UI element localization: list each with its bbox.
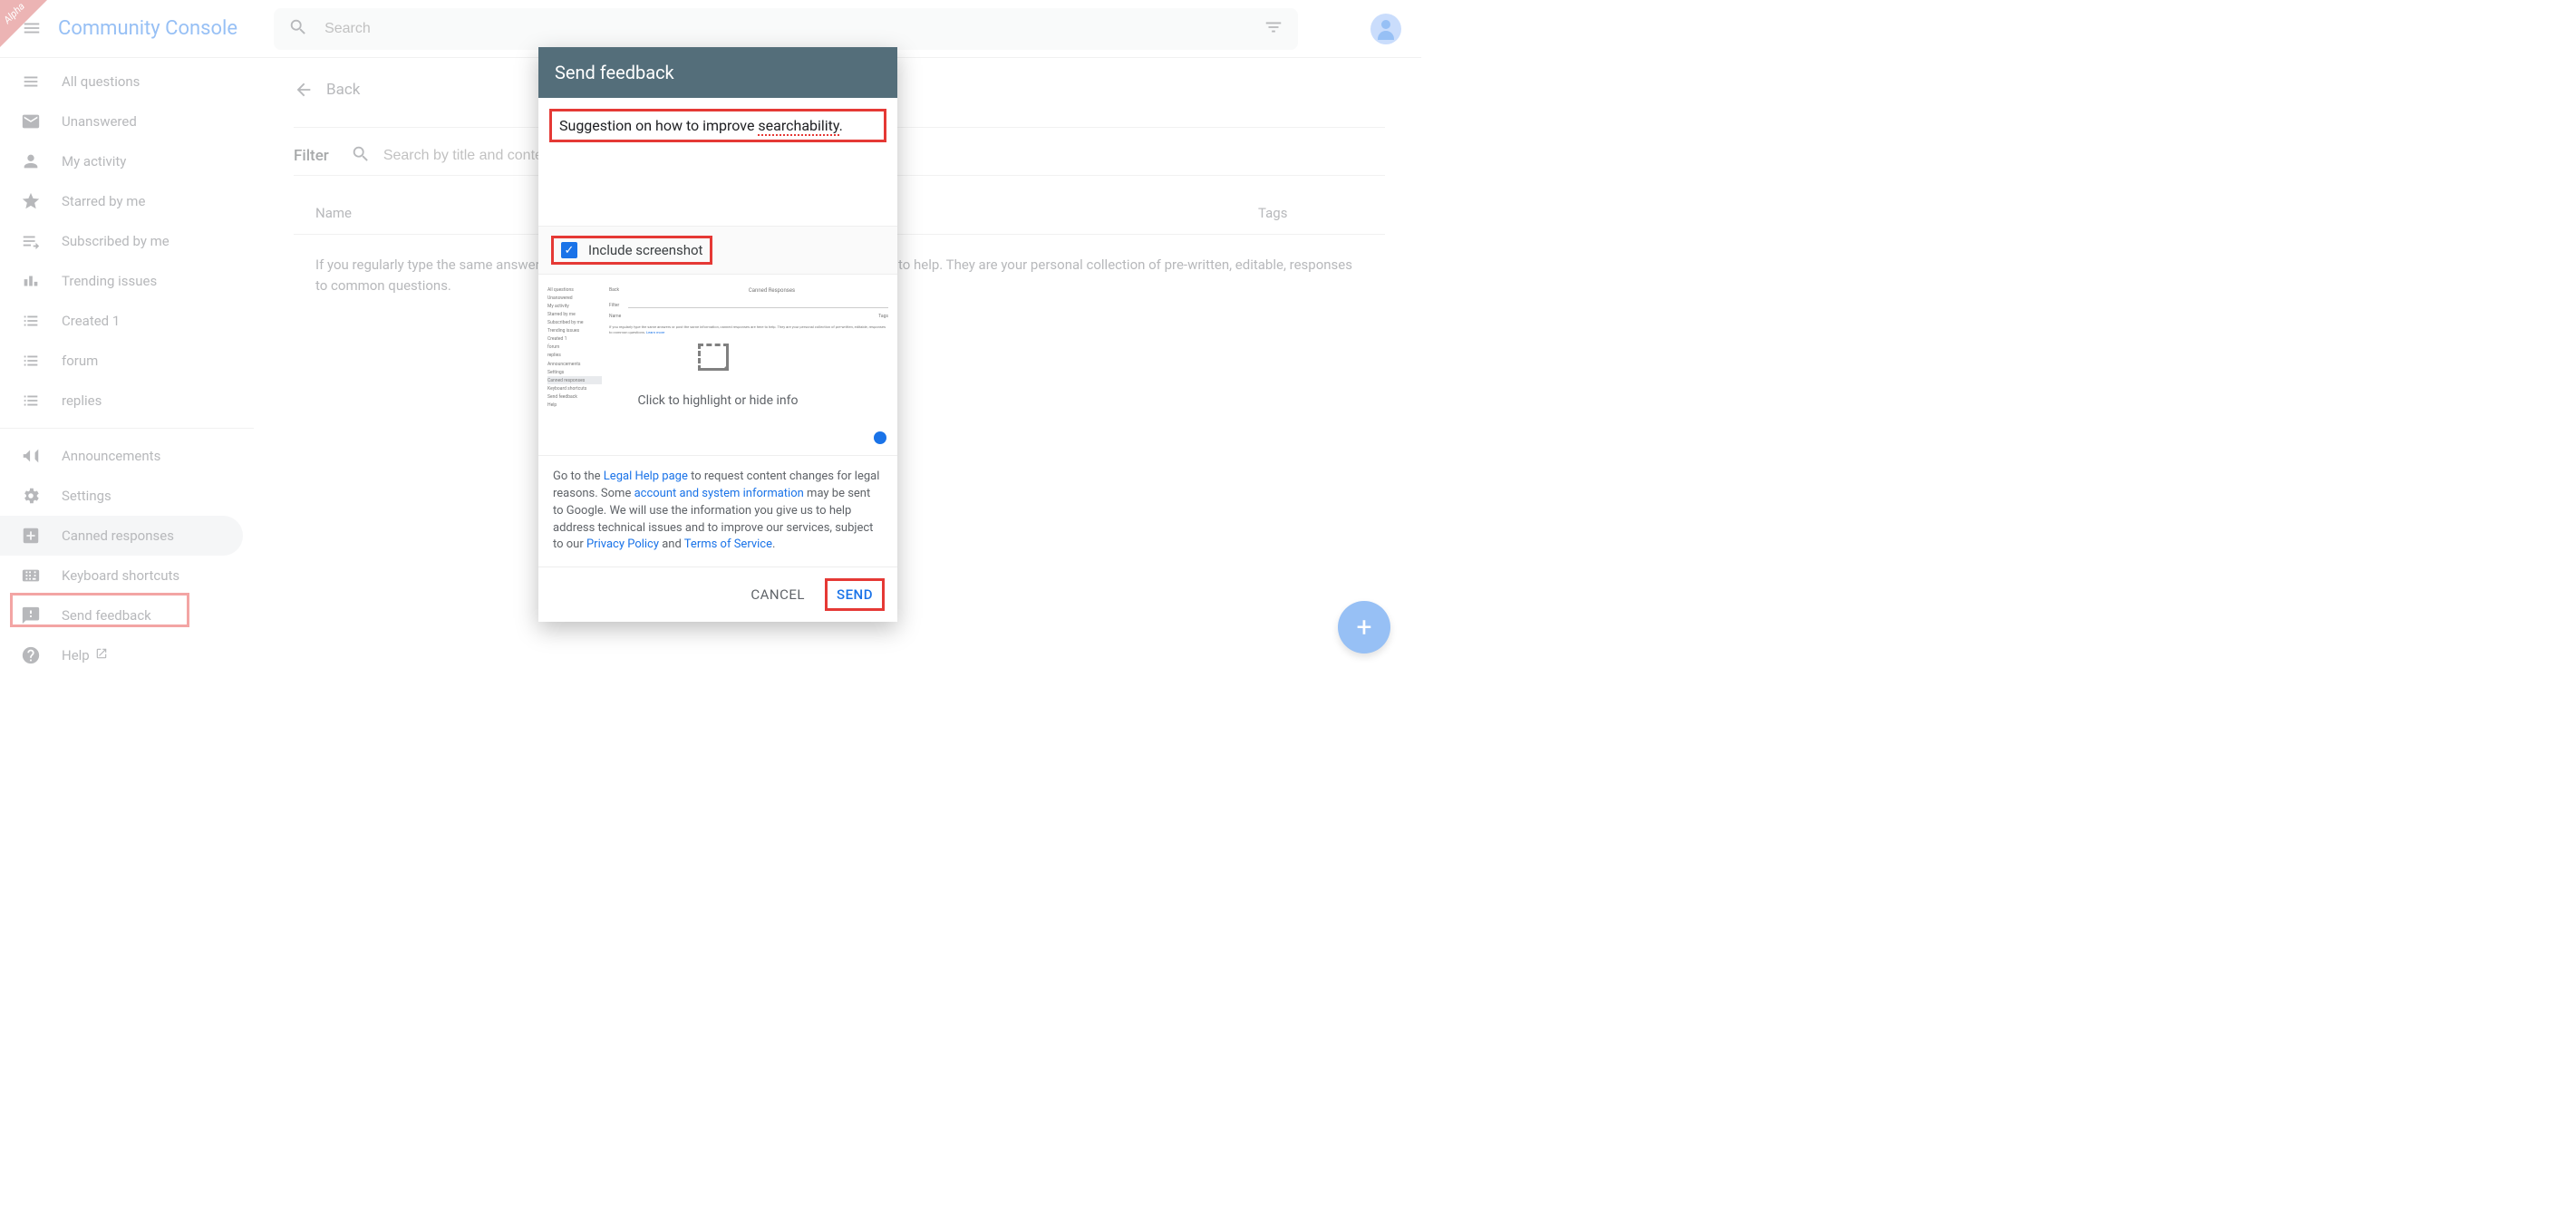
preview-tags: Tags [878,314,888,319]
preview-main: BackCanned Responses Filter NameTags If … [609,287,888,334]
send-feedback-dialog: Send feedback Suggestion on how to impro… [538,47,897,622]
legal-help-link[interactable]: Legal Help page [604,470,688,483]
include-screenshot-checkbox[interactable]: ✓ [561,242,577,258]
spellcheck-word: searchability [758,117,838,136]
crop-selection-icon [698,344,729,371]
preview-hint: Click to highlight or hide info [538,393,897,408]
include-screenshot-label: Include screenshot [588,242,702,258]
screenshot-preview[interactable]: All questionsUnansweredMy activityStarre… [538,275,897,456]
feedback-textarea[interactable]: Suggestion on how to improve searchabili… [559,117,876,134]
legal-text: Go to the Legal Help page to request con… [538,456,897,567]
privacy-policy-link[interactable]: Privacy Policy [586,537,659,551]
dialog-actions: CANCEL SEND [538,567,897,622]
dialog-spacer [538,153,897,226]
cancel-button[interactable]: CANCEL [751,586,805,603]
preview-back: Back [609,287,619,299]
preview-name: Name [609,314,878,319]
terms-link[interactable]: Terms of Service [684,537,772,551]
preview-sidebar: All questionsUnansweredMy activityStarre… [547,286,602,409]
dialog-title: Send feedback [538,47,897,98]
preview-fab-icon [874,431,886,444]
feedback-text-suffix: . [839,117,843,134]
legal-prefix: Go to the [553,470,604,483]
account-info-link[interactable]: account and system information [634,487,804,500]
preview-filter: Filter [609,303,619,308]
include-screenshot-row: ✓ Include screenshot [538,226,897,275]
preview-title: Canned Responses [655,287,888,294]
legal-end: . [772,537,775,551]
send-button[interactable]: SEND [825,578,885,611]
highlight-feedback-input: Suggestion on how to improve searchabili… [549,109,886,142]
feedback-text-prefix: Suggestion on how to improve [559,117,758,134]
highlight-include-screenshot: ✓ Include screenshot [551,236,712,265]
legal-and: and [659,537,684,551]
